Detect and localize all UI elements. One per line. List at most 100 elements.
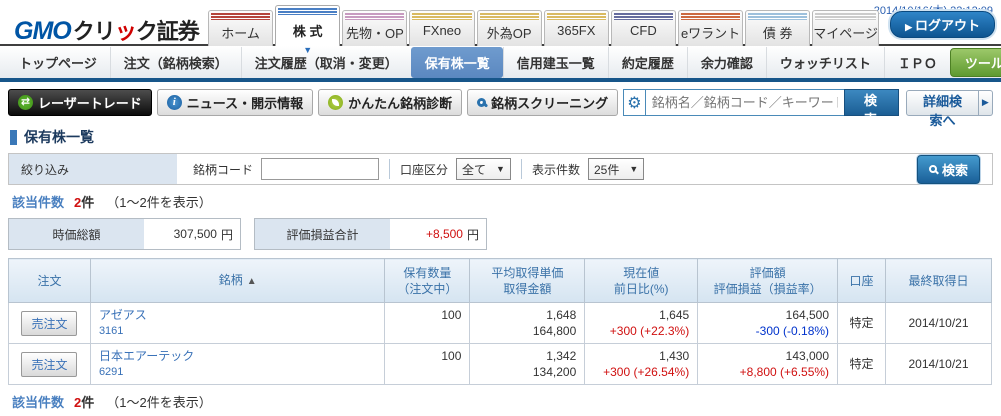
total-pl-label: 評価損益合計 xyxy=(255,219,390,249)
subnav-buying-power[interactable]: 余力確認 xyxy=(687,47,766,78)
account-type-select[interactable]: 全て ▼ xyxy=(456,158,511,180)
col-valuation: 評価額評価損益（損益率） xyxy=(698,259,838,303)
tab-bonds[interactable]: 債 券 xyxy=(745,10,810,46)
logout-button[interactable]: ▶ログアウト xyxy=(890,11,995,38)
advanced-search-arrow-icon[interactable]: ▶ xyxy=(979,90,993,116)
current-price-cell: 1,430+300 (+26.54%) xyxy=(585,344,698,385)
logo-accent: ッ xyxy=(115,19,136,44)
total-pl-amount: +8,500 xyxy=(426,227,463,241)
sell-order-button[interactable]: 売注文 xyxy=(21,311,77,336)
last-date-cell: 2014/10/21 xyxy=(886,344,992,385)
order-cell: 売注文 xyxy=(9,344,91,385)
stock-code: 6291 xyxy=(99,364,377,380)
title-row: 保有株一覧 xyxy=(0,122,1001,153)
account-cell: 特定 xyxy=(838,303,886,344)
tab-fxneo[interactable]: FXneo xyxy=(409,10,474,46)
subnav-top-page[interactable]: トップページ xyxy=(6,47,110,78)
news-button[interactable]: iニュース・開示情報 xyxy=(157,89,313,116)
result-count-range: （1～2件を表示） xyxy=(106,195,211,210)
tab-home[interactable]: ホーム xyxy=(208,10,273,46)
tab-stripe xyxy=(547,13,606,20)
page-title: 保有株一覧 xyxy=(24,127,94,147)
advanced-search-group: 詳細検索へ ▶ xyxy=(906,90,993,116)
symbol-search-button[interactable]: 検 索 xyxy=(844,89,899,116)
tab-gaitame-op[interactable]: 外為OP xyxy=(477,10,542,46)
subnav-watchlist[interactable]: ウォッチリスト xyxy=(766,47,884,78)
col-stock[interactable]: 銘柄▲ xyxy=(90,259,385,303)
tab-futures-op[interactable]: 先物・OP xyxy=(342,10,407,46)
profit-loss: -300 (-0.18%) xyxy=(706,323,829,339)
search-settings-button[interactable]: ⚙ xyxy=(623,89,645,116)
col-current-price: 現在値前日比(%) xyxy=(585,259,698,303)
tab-label: マイページ xyxy=(813,26,878,41)
advanced-search-button[interactable]: 詳細検索へ xyxy=(906,90,979,116)
tab-stripe xyxy=(815,13,876,20)
stock-name-link[interactable]: アゼアス xyxy=(99,307,377,323)
subnav-order[interactable]: 注文（銘柄検索） xyxy=(110,47,241,78)
subnav-holdings[interactable]: 保有株一覧 xyxy=(411,47,503,78)
main-tab-bar: ホーム 株 式▼ 先物・OP FXneo 外為OP 365FX CFD eワラン… xyxy=(208,5,881,46)
diagnosis-icon xyxy=(328,95,343,110)
stock-cell: アゼアス3161 xyxy=(90,303,385,344)
valuation-cell: 164,500-300 (-0.18%) xyxy=(698,303,838,344)
diagnosis-label: かんたん銘柄診断 xyxy=(348,93,452,112)
tab-label: ホーム xyxy=(221,26,260,41)
market-value-label: 時価総額 xyxy=(9,219,144,249)
tool-button[interactable]: ツール xyxy=(950,48,1001,77)
account-type-value: 全て xyxy=(462,161,486,178)
tab-stripe xyxy=(480,13,539,20)
account-cell: 特定 xyxy=(838,344,886,385)
subnav-order-history[interactable]: 注文履歴（取消・変更） xyxy=(241,47,411,78)
last-date-cell: 2014/10/21 xyxy=(886,303,992,344)
total-pl-value: +8,500円 xyxy=(390,219,486,249)
tab-ewarrant[interactable]: eワラント xyxy=(678,10,743,46)
day-change: +300 (+22.3%) xyxy=(593,323,689,339)
subnav-ipo[interactable]: ＩＰＯ xyxy=(884,47,950,78)
sell-order-button[interactable]: 売注文 xyxy=(21,352,77,377)
subnav-execution-history[interactable]: 約定履歴 xyxy=(608,47,687,78)
symbol-search-input[interactable] xyxy=(645,89,844,116)
page-root: 2014/10/16(木) 22:12:09 GMOクリック証券 ホーム 株 式… xyxy=(0,0,1001,416)
display-count-select[interactable]: 25件▼ xyxy=(588,158,644,180)
tab-label: 債 券 xyxy=(763,26,793,41)
laser-trade-button[interactable]: ⇄レーザートレード xyxy=(8,89,152,116)
stock-code-input[interactable] xyxy=(261,158,379,180)
col-order: 注文 xyxy=(9,259,91,303)
display-count-label: 表示件数 xyxy=(532,161,580,178)
tab-stripe xyxy=(748,13,807,20)
tab-stocks[interactable]: 株 式▼ xyxy=(275,5,340,46)
selected-tab-caret-icon: ▼ xyxy=(303,46,312,55)
screening-button[interactable]: 銘柄スクリーニング xyxy=(467,89,618,116)
tab-stripe xyxy=(614,13,673,20)
result-count-unit: 件 xyxy=(81,395,94,410)
market-value: 307,500円 xyxy=(144,219,240,249)
result-count-range: （1～2件を表示） xyxy=(106,395,211,410)
select-caret-icon: ▼ xyxy=(496,164,505,174)
col-quantity: 保有数量（注文中） xyxy=(385,259,470,303)
diagnosis-button[interactable]: かんたん銘柄診断 xyxy=(318,89,462,116)
stock-name-link[interactable]: 日本エアーテック xyxy=(99,348,377,364)
result-count-unit: 件 xyxy=(81,195,94,210)
logout-arrow-icon: ▶ xyxy=(905,22,912,32)
col-avg-price: 平均取得単価取得金額 xyxy=(470,259,585,303)
stock-cell: 日本エアーテック6291 xyxy=(90,344,385,385)
filter-search-button[interactable]: 検索 xyxy=(917,155,980,184)
total-pl-box: 評価損益合計 +8,500円 xyxy=(254,218,487,250)
tab-stripe xyxy=(278,8,337,15)
result-count-bottom: 該当件数2件（1～2件を表示） xyxy=(0,385,1001,416)
tab-label: 外為OP xyxy=(487,26,532,41)
day-change: +300 (+26.54%) xyxy=(593,364,689,380)
brand-logo[interactable]: GMOクリック証券 xyxy=(14,14,199,46)
valuation: 164,500 xyxy=(706,307,829,323)
account-type-label: 口座区分 xyxy=(400,161,448,178)
avg-price-cell: 1,342134,200 xyxy=(470,344,585,385)
gear-icon: ⚙ xyxy=(627,93,641,113)
tab-365fx[interactable]: 365FX xyxy=(544,10,609,46)
laser-trade-label: レーザートレード xyxy=(38,93,142,112)
select-caret-icon: ▼ xyxy=(629,164,638,174)
magnifier-icon xyxy=(477,98,486,107)
tab-cfd[interactable]: CFD xyxy=(611,10,676,46)
subnav-margin-positions[interactable]: 信用建玉一覧 xyxy=(503,47,608,78)
market-value-amount: 307,500 xyxy=(174,227,217,241)
tab-mypage[interactable]: マイページ xyxy=(812,10,879,46)
